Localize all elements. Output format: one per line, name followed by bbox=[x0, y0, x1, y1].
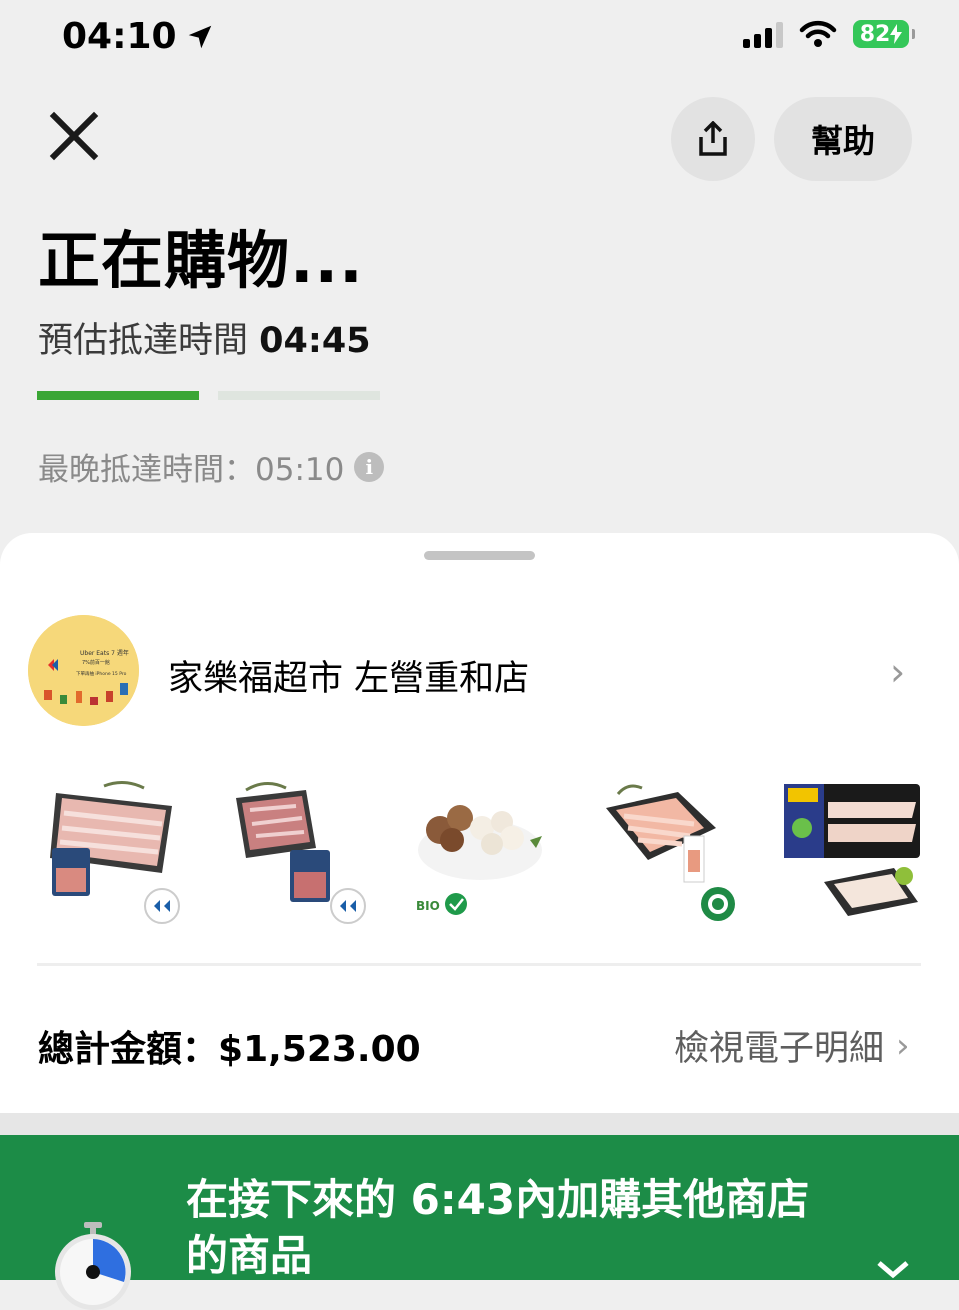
help-button[interactable]: 幫助 bbox=[774, 97, 912, 181]
location-arrow-icon bbox=[188, 25, 211, 48]
chicken-breast-icon bbox=[606, 784, 735, 921]
total-label: 總計金額： bbox=[38, 1029, 219, 1070]
section-divider bbox=[37, 963, 921, 966]
pork-shoulder-icon bbox=[236, 782, 366, 924]
order-total: 總計金額：$1,523.00 bbox=[38, 1020, 421, 1072]
section-separator bbox=[0, 1113, 959, 1135]
logo-line-1: Uber Eats 7 週年 bbox=[80, 649, 129, 657]
wifi-icon bbox=[799, 20, 837, 47]
svg-text:BIO: BIO bbox=[416, 899, 440, 913]
cellular-signal-icon bbox=[743, 20, 783, 48]
info-icon[interactable]: i bbox=[354, 451, 385, 482]
close-icon bbox=[49, 111, 99, 161]
store-name[interactable]: 家樂福超市 左營重和店 bbox=[168, 650, 529, 701]
pork-slices-icon bbox=[50, 781, 180, 924]
item-thumbnail[interactable] bbox=[44, 778, 184, 928]
item-thumbnail[interactable] bbox=[782, 778, 922, 928]
view-receipt-link[interactable]: 檢視電子明細 › bbox=[674, 1020, 910, 1071]
progress-step-delivery bbox=[218, 391, 380, 400]
progress-step-shopping bbox=[37, 391, 199, 400]
logo-line-3: 下單再抽 iPhone 15 Pro bbox=[76, 670, 127, 677]
sheet-drag-handle[interactable] bbox=[424, 551, 535, 560]
latest-arrival-text: 最晚抵達時間：05:10 bbox=[38, 452, 345, 488]
store-logo-image: Uber Eats 7 週年 7%前百一館 下單再抽 iPhone 15 Pro bbox=[28, 615, 139, 726]
chevron-down-icon[interactable] bbox=[874, 1255, 912, 1280]
charging-bolt-icon bbox=[890, 24, 903, 44]
item-thumbnail[interactable] bbox=[226, 778, 366, 928]
battery-level: 82 bbox=[859, 21, 891, 47]
eta-label: 預估抵達時間 bbox=[38, 321, 249, 361]
battery-icon: 82 bbox=[853, 20, 915, 48]
banner-text: 在接下來的 6:43內加購其他商店的商品 bbox=[186, 1175, 810, 1280]
chevron-right-icon[interactable]: › bbox=[890, 650, 905, 694]
store-logo[interactable]: Uber Eats 7 週年 7%前百一館 下單再抽 iPhone 15 Pro bbox=[28, 615, 139, 726]
eta-time: 04:45 bbox=[259, 321, 371, 361]
page-title: 正在購物... bbox=[38, 224, 364, 297]
share-button[interactable] bbox=[671, 97, 755, 181]
item-thumbnail[interactable] bbox=[598, 778, 738, 928]
latest-arrival: 最晚抵達時間：05:10 i bbox=[38, 444, 385, 489]
chevron-right-icon: › bbox=[896, 1025, 910, 1066]
milkfish-fillet-icon bbox=[784, 784, 920, 916]
status-time: 04:10 bbox=[62, 16, 215, 57]
status-indicators: 82 bbox=[743, 20, 915, 48]
eta-line: 預估抵達時間 04:45 bbox=[38, 312, 371, 363]
close-button[interactable] bbox=[48, 110, 100, 162]
stopwatch-icon bbox=[55, 1222, 131, 1310]
status-time-text: 04:10 bbox=[62, 16, 177, 57]
mushrooms-icon: BIO bbox=[416, 805, 542, 915]
logo-line-2: 7%前百一館 bbox=[82, 659, 110, 666]
receipt-label: 檢視電子明細 bbox=[674, 1029, 885, 1069]
total-value: $1,523.00 bbox=[218, 1029, 421, 1070]
share-icon bbox=[699, 121, 727, 156]
item-thumbnail[interactable]: BIO bbox=[410, 778, 550, 928]
